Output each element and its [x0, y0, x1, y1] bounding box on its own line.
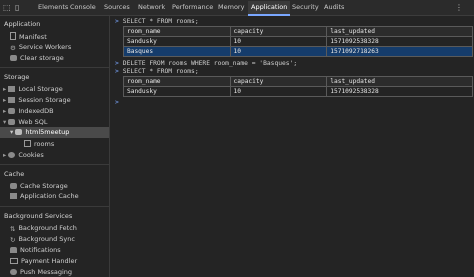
- column-header: capacity: [229, 26, 328, 37]
- column-header: last_updated: [326, 26, 473, 37]
- sidebar-item-clear-storage[interactable]: Clear storage: [10, 54, 64, 62]
- table-header-row: room_name capacity last_updated: [123, 76, 473, 87]
- table-cell: 10: [229, 46, 328, 57]
- devtools-tabbar: ⬚ ▯ Elements Console Sources Network Per…: [0, 0, 474, 16]
- grid-icon: [10, 193, 17, 199]
- websql-console[interactable]: > SELECT * FROM rooms; room_name capacity…: [111, 16, 474, 277]
- result-table: room_name capacity last_updated Sandusky…: [123, 26, 473, 57]
- table-cell: Sandusky: [123, 86, 231, 97]
- tab-elements[interactable]: Elements: [38, 3, 68, 11]
- table-cell: 1571092538328: [326, 36, 473, 47]
- section-storage-header: Storage: [4, 73, 30, 81]
- sidebar-item-web-sql[interactable]: ▾ Web SQL: [3, 118, 47, 126]
- more-options-icon[interactable]: ⋮: [455, 3, 463, 12]
- table-icon: [24, 140, 31, 147]
- database-icon: [15, 129, 23, 135]
- tab-network[interactable]: Network: [138, 3, 165, 11]
- result-table: room_name capacity last_updated Sandusky…: [123, 76, 473, 97]
- console-entry: > DELETE FROM rooms WHERE room_name = 'Ba…: [115, 60, 297, 67]
- console-entry: > SELECT * FROM rooms;: [115, 18, 199, 25]
- sidebar-item-push-messaging[interactable]: Push Messaging: [10, 268, 72, 276]
- column-header: last_updated: [326, 76, 473, 87]
- cloud-icon: [10, 269, 17, 275]
- gear-icon: ⚙: [10, 44, 16, 52]
- sidebar-item-database[interactable]: ▾ html5meetup: [0, 127, 109, 138]
- column-header: room_name: [123, 26, 231, 37]
- tab-audits[interactable]: Audits: [324, 3, 344, 11]
- sidebar-item-payment-handler[interactable]: Payment Handler: [10, 257, 77, 265]
- prompt-icon: >: [115, 18, 119, 25]
- sync-icon: ↻: [10, 236, 16, 244]
- sidebar-item-cache-storage[interactable]: Cache Storage: [10, 182, 68, 190]
- sidebar-item-application-cache[interactable]: Application Cache: [10, 192, 79, 200]
- console-entry: > SELECT * FROM rooms;: [115, 68, 199, 75]
- sidebar-item-service-workers[interactable]: ⚙ Service Workers: [10, 43, 71, 52]
- divider: [0, 206, 109, 207]
- query-text: DELETE FROM rooms WHERE room_name = 'Bas…: [122, 60, 298, 67]
- grid-icon: [8, 97, 16, 103]
- sidebar-item-table[interactable]: rooms: [24, 140, 54, 148]
- grid-icon: [8, 86, 16, 92]
- tab-performance[interactable]: Performance: [172, 3, 213, 11]
- sidebar-item-local-storage[interactable]: ▸ Local Storage: [3, 85, 63, 93]
- tab-security[interactable]: Security: [292, 3, 319, 11]
- table-cell: 10: [229, 36, 328, 47]
- query-text: SELECT * FROM rooms;: [122, 18, 199, 25]
- database-icon: [10, 183, 17, 189]
- table-cell: 1571092538328: [326, 86, 473, 97]
- prompt-icon: >: [115, 60, 119, 67]
- table-cell: 10: [229, 86, 328, 97]
- table-cell: Sandusky: [123, 36, 231, 47]
- credit-card-icon: [10, 258, 18, 264]
- database-icon: [8, 119, 16, 125]
- sidebar-item-session-storage[interactable]: ▸ Session Storage: [3, 96, 71, 104]
- console-input-line[interactable]: >: [115, 99, 123, 106]
- application-sidebar: Application Manifest ⚙ Service Workers Cl…: [0, 16, 110, 277]
- sidebar-item-indexeddb[interactable]: ▸ IndexedDB: [3, 107, 54, 115]
- table-cell: Basques: [123, 46, 231, 57]
- sidebar-item-manifest[interactable]: Manifest: [10, 32, 47, 41]
- table-row-highlighted: Basques 10 1571092718263: [123, 46, 473, 57]
- table-row: Sandusky 10 1571092538328: [123, 86, 473, 97]
- column-header: capacity: [229, 76, 328, 87]
- sidebar-item-notifications[interactable]: Notifications: [10, 246, 61, 254]
- divider: [0, 67, 109, 68]
- prompt-icon: >: [115, 99, 119, 106]
- tab-console[interactable]: Console: [70, 3, 96, 11]
- bell-icon: [10, 247, 17, 253]
- tab-application[interactable]: Application: [248, 1, 291, 16]
- sidebar-item-cookies[interactable]: ▸ Cookies: [3, 151, 44, 159]
- prompt-icon: >: [115, 68, 119, 75]
- table-cell: 1571092718263: [326, 46, 473, 57]
- database-icon: [10, 55, 17, 61]
- table-row: Sandusky 10 1571092538328: [123, 36, 473, 47]
- section-background-services-header: Background Services: [4, 212, 73, 220]
- cookie-icon: [8, 152, 16, 158]
- column-header: room_name: [123, 76, 231, 87]
- section-cache-header: Cache: [4, 170, 25, 178]
- section-application-header: Application: [4, 20, 41, 28]
- file-icon: [10, 32, 16, 40]
- tab-memory[interactable]: Memory: [218, 3, 244, 11]
- divider: [0, 164, 109, 165]
- sidebar-item-background-fetch[interactable]: ⇅ Background Fetch: [10, 224, 77, 233]
- database-icon: [8, 108, 16, 114]
- sidebar-item-background-sync[interactable]: ↻ Background Sync: [10, 235, 75, 244]
- device-toolbar-icon[interactable]: ▯: [15, 3, 19, 12]
- arrows-icon: ⇅: [10, 225, 16, 233]
- table-header-row: room_name capacity last_updated: [123, 26, 473, 37]
- inspect-element-icon[interactable]: ⬚: [3, 3, 11, 12]
- tab-sources[interactable]: Sources: [104, 3, 130, 11]
- query-text: SELECT * FROM rooms;: [122, 68, 199, 75]
